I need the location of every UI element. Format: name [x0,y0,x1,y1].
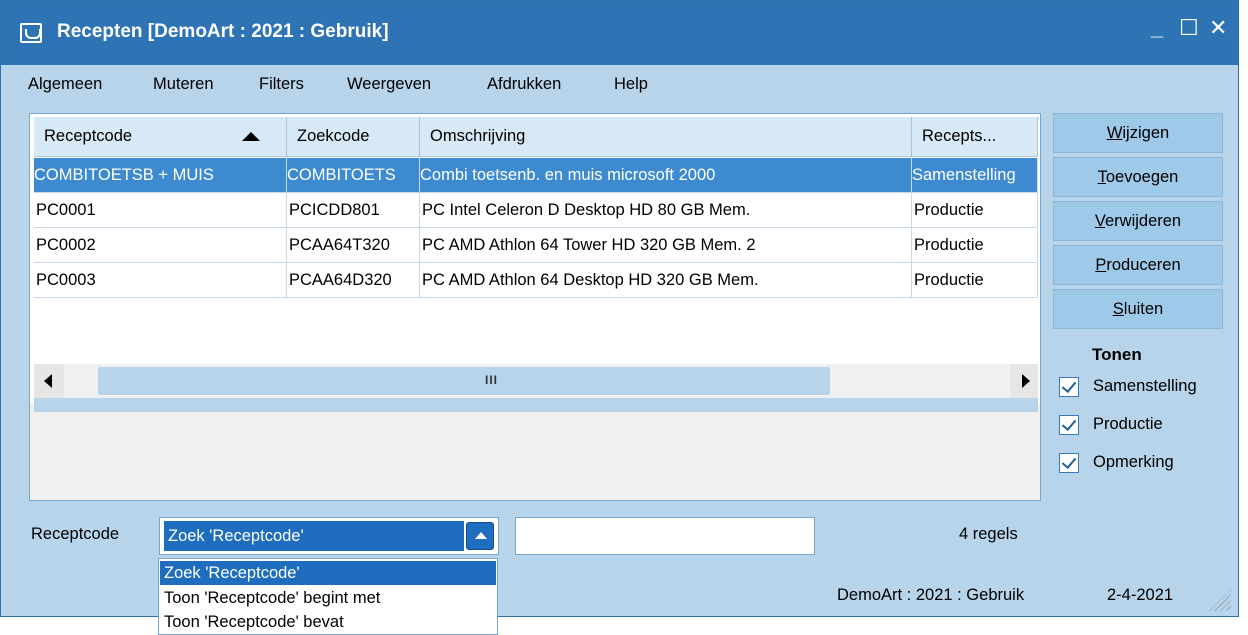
dropdown-option-begint-met[interactable]: Toon 'Receptcode' begint met [160,586,496,610]
cell-receptsoort: Samenstelling [912,158,1038,193]
cell-omschrijving: PC Intel Celeron D Desktop HD 80 GB Mem. [420,193,912,228]
button-label: luiten [1123,300,1164,318]
menu-afdrukken[interactable]: Afdrukken [487,75,561,94]
accelerator-key: S [1112,300,1124,318]
search-field-label: Receptcode [31,525,120,543]
table-footer-bar [34,398,1038,412]
accelerator-key: W [1106,124,1123,142]
table-row[interactable]: PC0002 PCAA64T320 PC AMD Athlon 64 Tower… [34,228,1038,263]
menu-bar: Algemeen Muteren Filters Weergeven Afdru… [1,65,1238,105]
table-row[interactable]: PC0003 PCAA64D320 PC AMD Athlon 64 Deskt… [34,263,1038,298]
table-row[interactable]: PC0001 PCICDD801 PC Intel Celeron D Desk… [34,193,1038,228]
status-context: DemoArt : 2021 : Gebruik [837,586,1025,604]
cell-receptsoort: Productie [912,193,1038,228]
cell-receptcode: PC0002 [34,228,287,263]
chevron-up-icon[interactable] [466,522,494,550]
cell-zoekcode: PCICDD801 [287,193,420,228]
wijzigen-button[interactable]: Wijzigen [1053,113,1223,153]
close-button[interactable]: ✕ [1209,15,1227,41]
button-label: ijzigen [1122,124,1170,142]
column-header-omschrijving[interactable]: Omschrijving [420,117,912,157]
column-header-label: Zoekcode [297,127,370,145]
accelerator-key: V [1094,212,1105,230]
menu-weergeven[interactable]: Weergeven [347,75,431,94]
menu-help[interactable]: Help [614,75,648,94]
search-mode-select[interactable]: Zoek 'Receptcode' [159,517,499,555]
recepten-table[interactable]: Receptcode Zoekcode Omschrijving Recepts… [29,113,1041,501]
scrollbar-thumb[interactable]: III [98,367,830,395]
recepten-window: Recepten [DemoArt : 2021 : Gebruik] _ ☐ … [0,0,1239,617]
button-label: oevoegen [1105,168,1179,186]
tonen-heading: Tonen [1092,345,1142,364]
cell-receptcode: COMBITOETSB + MUIS [34,158,287,193]
maximize-button[interactable]: ☐ [1179,15,1199,41]
horizontal-scrollbar[interactable]: III [34,364,1038,398]
search-mode-value[interactable]: Zoek 'Receptcode' [164,521,464,551]
scroll-left-icon[interactable] [44,374,52,388]
dropdown-option-bevat[interactable]: Toon 'Receptcode' bevat [160,610,496,634]
status-date: 2-4-2021 [1107,586,1174,604]
search-input[interactable] [515,517,815,555]
cell-receptcode: PC0001 [34,193,287,228]
toevoegen-button[interactable]: Toevoegen [1053,157,1223,197]
scroll-right-icon[interactable] [1022,374,1030,388]
button-label: roduceren [1106,256,1181,274]
menu-filters[interactable]: Filters [259,75,304,94]
checkbox-label: Samenstelling [1093,377,1197,395]
table-row[interactable]: COMBITOETSB + MUIS COMBITOETS Combi toet… [34,158,1038,193]
sluiten-button[interactable]: Sluiten [1053,289,1223,329]
accelerator-key: P [1095,256,1107,274]
thumb-grip-icon: III [485,373,499,387]
app-logo-icon [20,23,42,43]
search-mode-dropdown: Zoek 'Receptcode' Toon 'Receptcode' begi… [158,558,498,635]
column-header-receptcode[interactable]: Receptcode [34,117,287,157]
column-header-label: Recepts... [922,127,997,145]
minimize-button[interactable]: _ [1151,15,1163,41]
verwijderen-button[interactable]: Verwijderen [1053,201,1223,241]
cell-zoekcode: COMBITOETS [287,158,420,193]
cell-omschrijving: Combi toetsenb. en muis microsoft 2000 [420,158,912,193]
menu-algemeen[interactable]: Algemeen [28,75,102,94]
checkbox-checked-icon[interactable] [1059,453,1079,473]
column-header-zoekcode[interactable]: Zoekcode [287,117,420,157]
scrollbar-track[interactable]: III [64,364,1010,398]
checkbox-checked-icon[interactable] [1059,377,1079,397]
sort-ascending-icon [242,132,260,141]
dropdown-option-zoek[interactable]: Zoek 'Receptcode' [160,561,496,585]
row-count: 4 regels [959,525,1018,543]
button-label: erwijderen [1104,212,1182,230]
column-header-label: Omschrijving [430,127,526,145]
cell-receptsoort: Productie [912,263,1038,298]
checkbox-checked-icon[interactable] [1059,415,1079,435]
title-bar[interactable]: Recepten [DemoArt : 2021 : Gebruik] _ ☐ … [1,1,1238,65]
checkbox-label: Productie [1093,415,1163,433]
column-header-receptsoort[interactable]: Recepts... [912,117,1038,157]
cell-zoekcode: PCAA64T320 [287,228,420,263]
cell-receptcode: PC0003 [34,263,287,298]
cell-omschrijving: PC AMD Athlon 64 Tower HD 320 GB Mem. 2 [420,228,912,263]
checkbox-label: Opmerking [1093,453,1174,471]
window-title: Recepten [DemoArt : 2021 : Gebruik] [57,21,389,42]
menu-muteren[interactable]: Muteren [153,75,214,94]
column-header-label: Receptcode [44,127,133,145]
cell-omschrijving: PC AMD Athlon 64 Desktop HD 320 GB Mem. [420,263,912,298]
accelerator-key: T [1097,168,1106,186]
produceren-button[interactable]: Produceren [1053,245,1223,285]
cell-zoekcode: PCAA64D320 [287,263,420,298]
cell-receptsoort: Productie [912,228,1038,263]
